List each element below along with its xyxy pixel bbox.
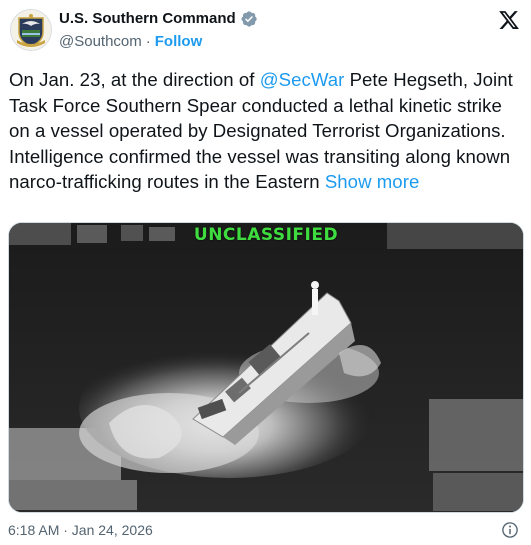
- tweet-text-part1: On Jan. 23, at the direction of: [9, 69, 260, 90]
- separator-dot: ·: [145, 33, 151, 50]
- x-logo-icon[interactable]: [498, 9, 520, 31]
- strike-footage-image: [9, 223, 523, 512]
- show-more-link[interactable]: Show more: [325, 171, 420, 192]
- overlay-label: UNCLASSIFIED: [193, 225, 339, 245]
- southcom-seal-icon: [11, 10, 51, 50]
- mention-link[interactable]: @SecWar: [260, 69, 345, 90]
- info-icon[interactable]: [501, 521, 519, 539]
- verified-badge-icon: [240, 10, 258, 28]
- video-thumbnail[interactable]: UNCLASSIFIED: [8, 222, 524, 513]
- tweet-text: On Jan. 23, at the direction of @SecWar …: [9, 67, 524, 195]
- display-name[interactable]: U.S. Southern Command: [59, 9, 236, 29]
- follow-button[interactable]: Follow: [155, 32, 203, 52]
- author-block: U.S. Southern Command @Southcom · Follow: [59, 9, 258, 52]
- name-row: U.S. Southern Command: [59, 9, 258, 29]
- tweet-card: U.S. Southern Command @Southcom · Follow…: [0, 0, 531, 545]
- handle[interactable]: @Southcom: [59, 32, 142, 52]
- avatar[interactable]: [10, 9, 52, 51]
- handle-row: @Southcom · Follow: [59, 32, 258, 52]
- timestamp[interactable]: 6:18 AM · Jan 24, 2026: [8, 520, 153, 540]
